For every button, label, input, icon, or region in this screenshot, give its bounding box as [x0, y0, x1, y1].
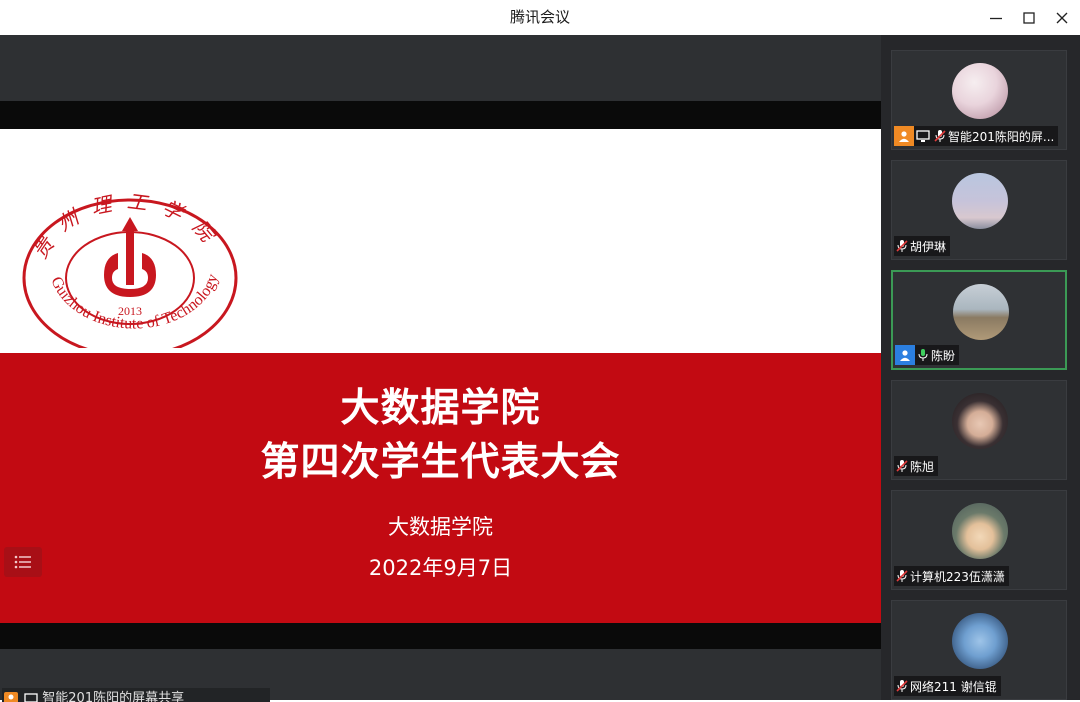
mic-muted-icon [894, 236, 910, 256]
window-title: 腾讯会议 [509, 8, 570, 26]
participant-name: 陈盼 [931, 348, 956, 363]
close-button[interactable] [1045, 0, 1079, 35]
participant-tile[interactable]: 智能201陈阳的屏... [891, 50, 1067, 150]
slide-date: 2022年9月7日 [368, 556, 513, 580]
mic-on-icon [915, 345, 931, 365]
participant-tile[interactable]: 计算机223伍潇潇 [891, 490, 1067, 590]
participant-label: 陈盼 [895, 345, 960, 365]
maximize-icon [1023, 11, 1035, 24]
cohost-icon [895, 345, 915, 365]
slide-subtitle: 大数据学院 [388, 515, 493, 539]
participant-name: 陈旭 [910, 459, 935, 474]
participant-tile[interactable]: 胡伊琳 [891, 160, 1067, 260]
participant-label: 计算机223伍潇潇 [894, 566, 1009, 586]
minimize-icon [990, 17, 1002, 19]
participant-label: 网络211 谢信锟 [894, 676, 1001, 696]
screen-share-icon [24, 692, 38, 702]
host-icon [894, 126, 914, 146]
avatar [952, 503, 1008, 559]
avatar [952, 393, 1008, 449]
presentation-slide: 贵州理工学院 Guizhou Institute of Technology 2… [0, 129, 881, 623]
slide-title-line2: 第四次学生代表大会 [260, 440, 621, 485]
participant-tile[interactable]: 网络211 谢信锟 [891, 600, 1067, 700]
mic-muted-icon [932, 126, 948, 146]
mic-muted-icon [894, 676, 910, 696]
mic-muted-icon [894, 456, 910, 476]
participant-label: 陈旭 [894, 456, 939, 476]
presenter-share-text: 智能201陈阳的屏幕共享 [42, 691, 185, 702]
host-icon [4, 692, 18, 702]
participant-name: 胡伊琳 [910, 239, 947, 254]
meeting-window: 腾讯会议 贵州理工学院 Guizhou Institute of Technol… [0, 0, 1080, 702]
university-seal-logo: 贵州理工学院 Guizhou Institute of Technology 2… [22, 189, 238, 348]
letterbox-top [0, 101, 881, 129]
mic-muted-icon [894, 566, 910, 586]
participant-tile[interactable]: 陈旭 [891, 380, 1067, 480]
title-bar: 腾讯会议 [0, 0, 1080, 35]
participant-panel: 智能201陈阳的屏... 胡伊琳 陈盼 陈旭 计算机223伍潇潇 网络211 谢… [881, 35, 1080, 700]
close-icon [1056, 12, 1068, 23]
slide-menu-button[interactable] [4, 547, 42, 577]
avatar [952, 63, 1008, 119]
participant-label: 智能201陈阳的屏... [894, 126, 1059, 146]
svg-text:Guizhou Institute of Technolog: Guizhou Institute of Technology [47, 272, 221, 333]
participant-label: 胡伊琳 [894, 236, 951, 256]
participant-name: 网络211 谢信锟 [910, 679, 997, 694]
slide-title-line1: 大数据学院 [340, 386, 541, 431]
minimize-button[interactable] [979, 0, 1013, 35]
avatar [952, 613, 1008, 669]
svg-text:2013: 2013 [118, 304, 142, 318]
participant-name: 智能201陈阳的屏... [948, 129, 1055, 144]
participant-name: 计算机223伍潇潇 [910, 569, 1005, 584]
participant-tile[interactable]: 陈盼 [891, 270, 1067, 370]
avatar [953, 284, 1009, 340]
maximize-button[interactable] [1012, 0, 1046, 35]
screen-share-stage: 贵州理工学院 Guizhou Institute of Technology 2… [0, 35, 881, 702]
avatar [952, 173, 1008, 229]
screen-share-icon [914, 126, 932, 146]
letterbox-bottom [0, 623, 881, 649]
list-menu-icon [14, 555, 31, 569]
